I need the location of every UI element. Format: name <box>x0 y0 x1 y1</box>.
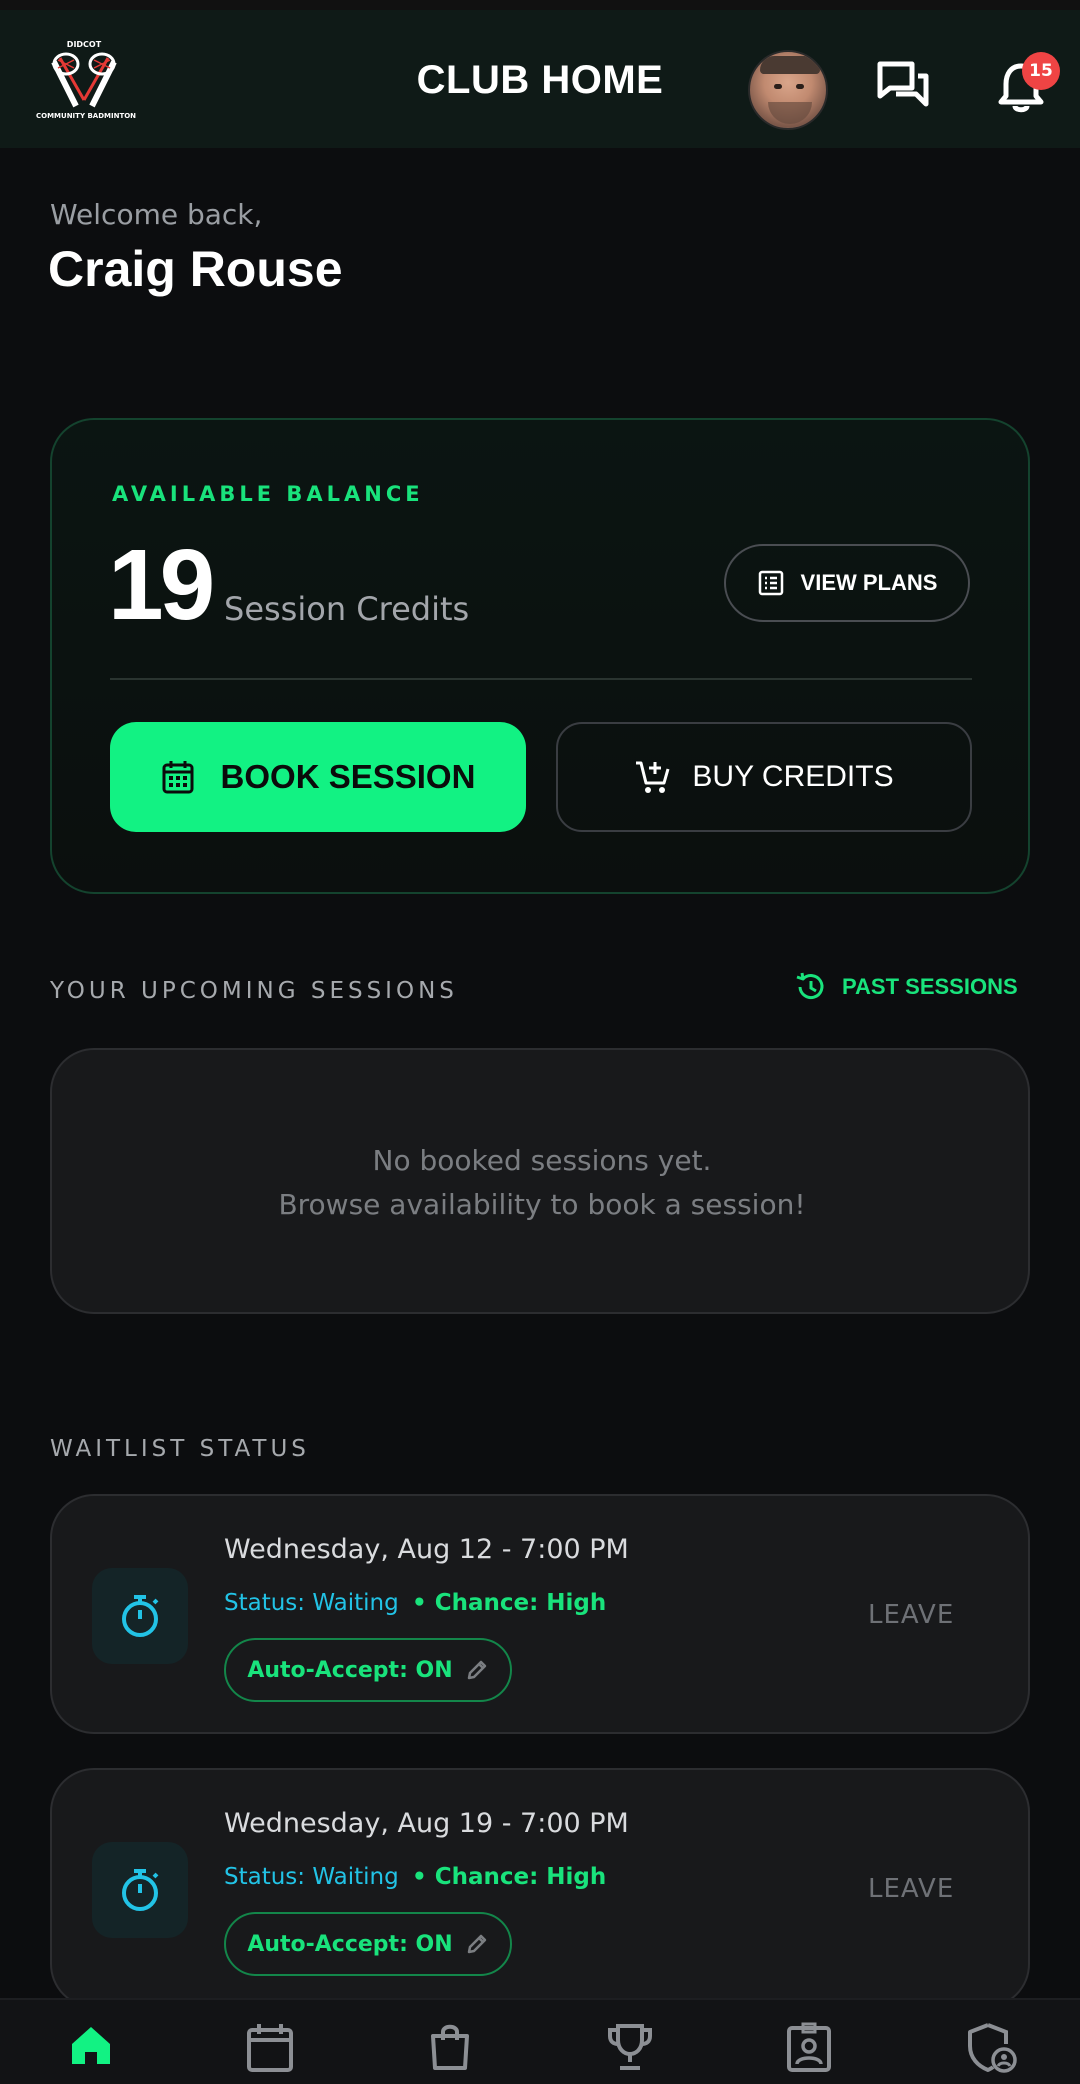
logo-bottom-text: COMMUNITY BADMINTON <box>36 112 137 120</box>
buy-credits-button[interactable]: BUY CREDITS <box>556 722 972 832</box>
welcome-greeting: Welcome back, <box>50 198 263 231</box>
upcoming-sessions-heading: YOUR UPCOMING SESSIONS <box>50 978 458 1004</box>
avatar-eye <box>774 84 782 89</box>
leave-waitlist-button[interactable]: LEAVE <box>868 1874 954 1904</box>
admin-shield-icon[interactable] <box>966 2022 1018 2078</box>
credit-count: 19 <box>108 529 215 641</box>
empty-message: No booked sessions yet. <box>372 1144 712 1177</box>
calendar-icon <box>162 761 194 794</box>
user-name: Craig Rouse <box>48 241 343 297</box>
shop-bag-icon[interactable] <box>428 2022 472 2076</box>
notification-badge: 15 <box>1022 52 1060 90</box>
waitlist-chance: • Chance: High <box>412 1590 607 1616</box>
auto-accept-toggle[interactable]: Auto-Accept: ON <box>224 1912 512 1976</box>
auto-accept-label: Auto-Accept: ON <box>247 1657 453 1683</box>
empty-hint: Browse availability to book a session! <box>278 1188 806 1221</box>
stopwatch-icon <box>92 1568 188 1664</box>
avatar[interactable] <box>748 50 828 130</box>
messages-icon[interactable] <box>876 60 930 114</box>
waitlist-chance: • Chance: High <box>412 1864 607 1890</box>
waitlist-date: Wednesday, Aug 19 - 7:00 PM <box>224 1808 629 1839</box>
logo-top-text: DIDCOT <box>66 40 102 49</box>
history-icon <box>796 972 824 1000</box>
avatar-hair <box>760 56 820 74</box>
buy-credits-label: BUY CREDITS <box>692 760 894 793</box>
waitlist-item: Wednesday, Aug 12 - 7:00 PM Status: Wait… <box>50 1494 1030 1734</box>
trophy-icon[interactable] <box>606 2022 654 2076</box>
status-strip <box>0 0 1080 10</box>
book-session-button[interactable]: BOOK SESSION <box>110 722 526 832</box>
book-session-label: BOOK SESSION <box>220 758 476 795</box>
leave-waitlist-button[interactable]: LEAVE <box>868 1600 954 1630</box>
crossed-rackets-icon <box>51 52 117 108</box>
waitlist-status: Status: Waiting <box>224 1590 399 1616</box>
edit-pencil-icon <box>467 1934 486 1954</box>
profile-badge-icon[interactable] <box>786 2022 832 2078</box>
card-divider <box>110 678 972 680</box>
credit-unit-label: Session Credits <box>224 590 470 628</box>
empty-sessions-card: No booked sessions yet. Browse availabil… <box>50 1048 1030 1314</box>
view-plans-button[interactable]: VIEW PLANS <box>724 544 970 622</box>
auto-accept-toggle[interactable]: Auto-Accept: ON <box>224 1638 512 1702</box>
page-title: CLUB HOME <box>416 58 664 102</box>
avatar-eye <box>796 84 804 89</box>
app-header: DIDCOT COMMUNITY BADMINTON CLUB HOME 15 <box>0 10 1080 148</box>
add-to-cart-icon <box>636 761 670 793</box>
avatar-beard <box>768 102 812 124</box>
balance-card: AVAILABLE BALANCE 19 Session Credits VIE… <box>50 418 1030 894</box>
past-sessions-link[interactable]: PAST SESSIONS <box>794 972 1018 1002</box>
view-plans-label: VIEW PLANS <box>800 570 938 595</box>
club-logo[interactable]: DIDCOT COMMUNITY BADMINTON <box>36 40 137 124</box>
waitlist-heading: WAITLIST STATUS <box>50 1436 310 1462</box>
waitlist-item: Wednesday, Aug 19 - 7:00 PM Status: Wait… <box>50 1768 1030 2008</box>
calendar-icon[interactable] <box>246 2022 294 2078</box>
bottom-navigation <box>0 1998 1080 2084</box>
auto-accept-label: Auto-Accept: ON <box>247 1931 453 1957</box>
waitlist-status: Status: Waiting <box>224 1864 399 1890</box>
list-icon <box>758 570 783 596</box>
home-icon[interactable] <box>68 2022 114 2072</box>
past-sessions-label: PAST SESSIONS <box>842 974 1018 999</box>
waitlist-date: Wednesday, Aug 12 - 7:00 PM <box>224 1534 629 1565</box>
edit-pencil-icon <box>467 1660 486 1680</box>
balance-label: AVAILABLE BALANCE <box>112 482 424 506</box>
stopwatch-icon <box>92 1842 188 1938</box>
